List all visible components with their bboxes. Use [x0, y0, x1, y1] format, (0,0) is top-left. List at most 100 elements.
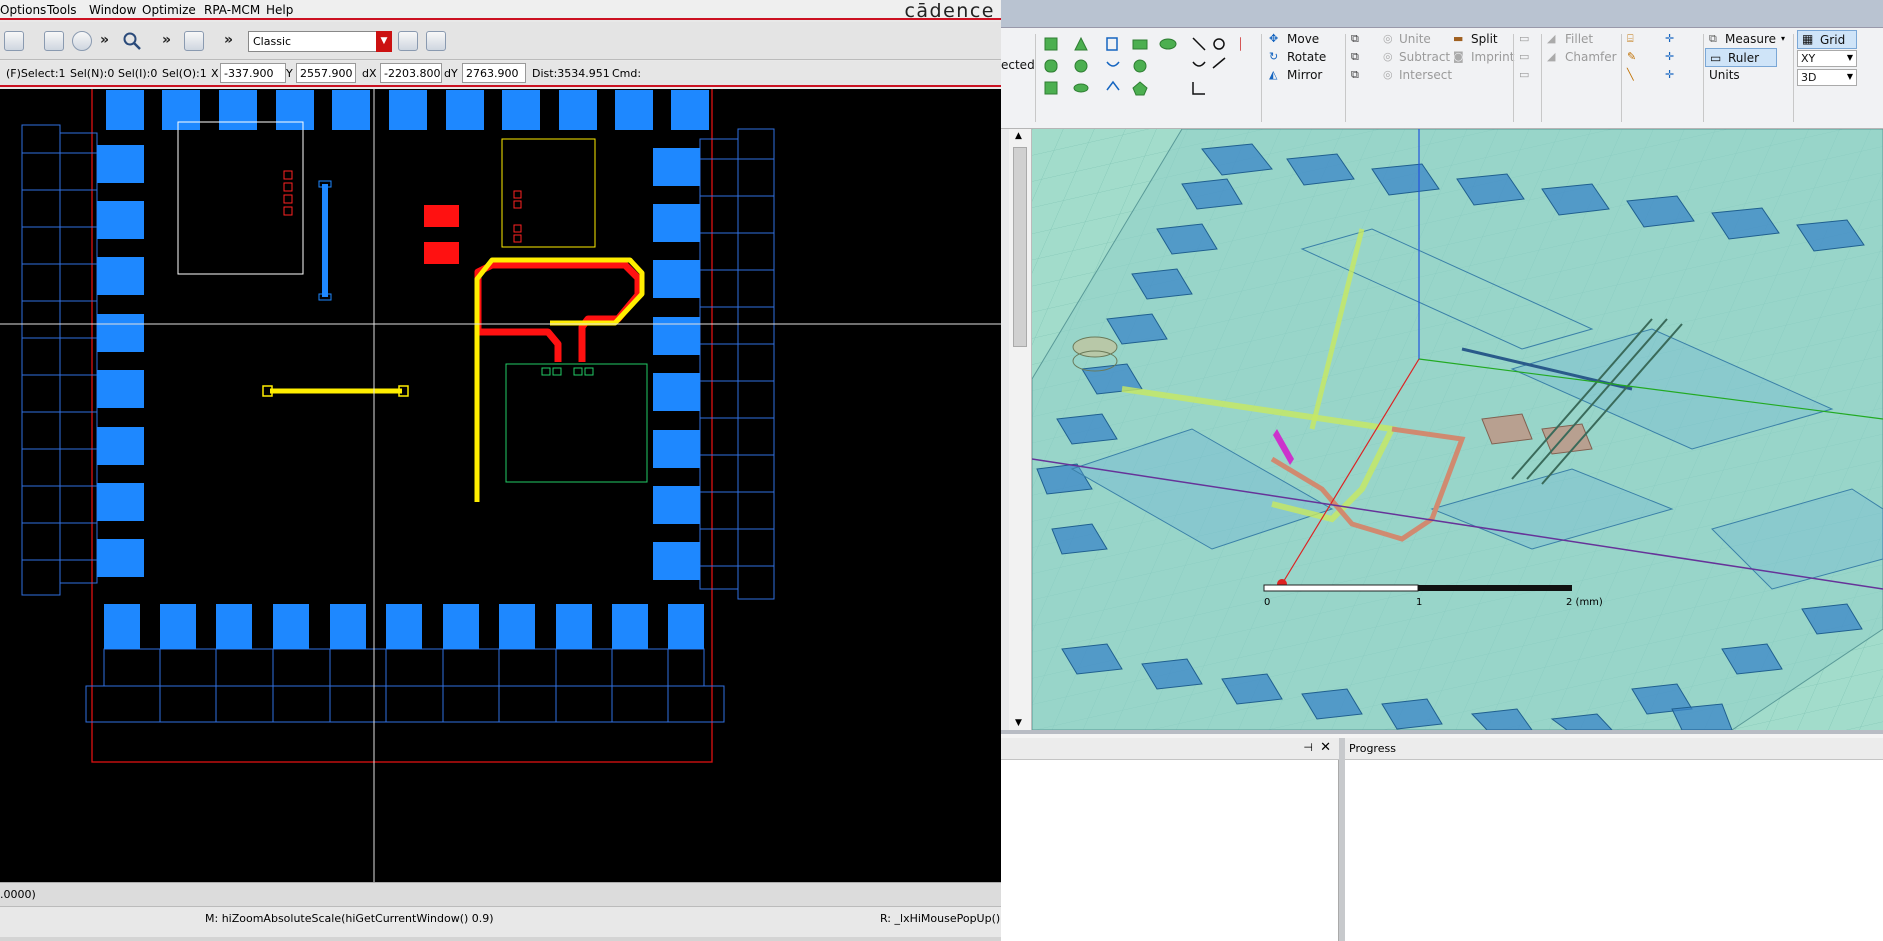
scroll-up-icon[interactable]: ▲ — [1015, 131, 1022, 141]
imprint-button[interactable]: Imprint — [1471, 50, 1514, 64]
mouse-left-binding: M: hiZoomAbsoluteScale(hiGetCurrentWindo… — [205, 912, 494, 925]
duplicate-mirror-icon[interactable]: ⧉ — [1351, 68, 1367, 84]
split-button[interactable]: Split — [1471, 32, 1498, 46]
rotate-button[interactable]: Rotate — [1287, 50, 1326, 64]
object-cs-icon[interactable]: ╲ — [1627, 68, 1643, 84]
scroll-down-icon[interactable]: ▼ — [1015, 718, 1022, 728]
grid-plane-select[interactable]: XY ▼ — [1797, 50, 1857, 67]
prism-icon[interactable] — [1044, 81, 1058, 95]
origin-icon[interactable]: ✛ — [1665, 68, 1681, 84]
menu-window[interactable]: Window — [89, 3, 136, 17]
toolbar-more-3[interactable]: » — [224, 32, 233, 48]
arc-icon[interactable] — [1192, 82, 1205, 95]
undo-icon[interactable] — [72, 31, 92, 51]
spiral-icon[interactable] — [1106, 61, 1120, 67]
align-icon[interactable] — [44, 31, 64, 51]
distance-readout: Dist:3534.951 — [532, 67, 610, 80]
left-pin-outline — [21, 124, 98, 596]
ruler-toggle[interactable]: ▭ Ruler — [1705, 48, 1777, 67]
units-button[interactable]: Units — [1709, 68, 1740, 82]
snap-icon[interactable]: ✛ — [1665, 50, 1681, 66]
rectangle-icon[interactable] — [1132, 39, 1148, 50]
face-cs-icon[interactable]: ✎ — [1627, 50, 1643, 66]
cone-icon[interactable] — [1074, 36, 1088, 51]
imprint-icon[interactable]: ◙ — [1453, 50, 1469, 66]
window-icon[interactable] — [398, 31, 418, 51]
measure-button[interactable]: Measure — [1725, 32, 1776, 46]
polygon-icon[interactable] — [1132, 81, 1148, 96]
measure-icon[interactable]: ⧉ — [1709, 32, 1725, 48]
layer-palette-icon[interactable] — [4, 31, 24, 51]
dx-field[interactable]: -2203.800 — [380, 63, 442, 83]
thicken-icon[interactable]: ▭ — [1519, 50, 1535, 66]
duplicate-around-icon[interactable]: ⧉ — [1351, 50, 1367, 66]
toolbar-style-select[interactable]: Classic — [248, 31, 392, 52]
axes-icon[interactable]: ✛ — [1665, 32, 1681, 48]
cmd-label: Cmd: — [612, 67, 642, 80]
duplicate-icon[interactable]: ⧉ — [1351, 32, 1367, 48]
menu-help[interactable]: Help — [266, 3, 293, 17]
sphere-icon[interactable] — [1074, 59, 1088, 73]
subtract-button[interactable]: Subtract — [1399, 50, 1450, 64]
intersect-icon[interactable]: ◎ — [1383, 68, 1399, 84]
scroll-thumb[interactable] — [1013, 147, 1027, 347]
torus-icon[interactable] — [1073, 83, 1089, 93]
spline-icon[interactable] — [1192, 61, 1206, 67]
unite-icon[interactable]: ◎ — [1383, 32, 1399, 48]
segment-icon[interactable] — [1212, 57, 1226, 69]
pin-icon[interactable]: ⊣ — [1303, 741, 1313, 754]
mirror-icon[interactable]: ◭ — [1269, 68, 1285, 84]
move-button[interactable]: Move — [1287, 32, 1319, 46]
yellow-loop-trace — [474, 257, 645, 502]
y-field[interactable]: 2557.900 — [296, 63, 356, 83]
chamfer-button[interactable]: Chamfer — [1565, 50, 1617, 64]
fillet-icon[interactable]: ◢ — [1547, 32, 1563, 48]
search-icon[interactable] — [122, 31, 142, 51]
route-icon[interactable] — [184, 31, 204, 51]
3d-model-view[interactable]: 0 1 2 (mm) — [1032, 129, 1883, 730]
chevron-down-icon[interactable]: ▼ — [376, 31, 392, 52]
rotate-icon[interactable]: ↻ — [1269, 50, 1285, 66]
x-field[interactable]: -337.900 — [220, 63, 286, 83]
subtract-icon[interactable]: ◎ — [1383, 50, 1399, 66]
menu-rpa-mcm[interactable]: RPA-MCM — [204, 3, 260, 17]
hfss-title-strip — [1001, 0, 1883, 28]
blue-strip — [322, 184, 328, 297]
close-window-icon[interactable] — [426, 31, 446, 51]
circle-icon[interactable] — [1133, 59, 1147, 73]
unite-button[interactable]: Unite — [1399, 32, 1431, 46]
helix-icon[interactable] — [1106, 37, 1118, 51]
divider — [1703, 34, 1704, 122]
equation-curve-icon[interactable] — [1213, 38, 1225, 50]
menu-options[interactable]: Options — [0, 3, 46, 17]
toolbar-more-2[interactable]: » — [162, 32, 171, 48]
progress-pane-header: Progress — [1345, 738, 1883, 760]
close-icon[interactable]: ✕ — [1320, 740, 1331, 755]
split-icon[interactable]: ▬ — [1453, 32, 1469, 48]
line-icon[interactable] — [1192, 37, 1206, 51]
view-scrollbar[interactable]: ▲ ▼ — [1009, 129, 1032, 730]
move-icon[interactable]: ✥ — [1269, 32, 1285, 48]
chamfer-icon[interactable]: ◢ — [1547, 50, 1563, 66]
bottom-panels: ⊣ ✕ Progress — [1001, 730, 1883, 941]
box-icon[interactable] — [1044, 37, 1058, 51]
intersect-button[interactable]: Intersect — [1399, 68, 1452, 82]
toolbar-more-1[interactable]: » — [100, 32, 109, 48]
chevron-down-icon[interactable]: ▾ — [1781, 34, 1785, 43]
layout-canvas[interactable] — [0, 89, 1001, 882]
grid-mode-select[interactable]: 3D ▼ — [1797, 69, 1857, 86]
divider — [1035, 34, 1036, 122]
mirror-button[interactable]: Mirror — [1287, 68, 1322, 82]
grid-toggle[interactable]: ▦ Grid — [1797, 30, 1857, 49]
coordinate-system-icon[interactable]: ⌸ — [1627, 32, 1643, 48]
menu-tools[interactable]: Tools — [47, 3, 77, 17]
red-loop-trace — [474, 261, 642, 362]
menu-optimize[interactable]: Optimize — [142, 3, 196, 17]
bondwire-icon[interactable] — [1106, 80, 1120, 91]
ellipse-icon[interactable] — [1159, 38, 1177, 50]
fillet-button[interactable]: Fillet — [1565, 32, 1593, 46]
wrap-icon[interactable]: ▭ — [1519, 68, 1535, 84]
sweep-icon[interactable]: ▭ — [1519, 32, 1535, 48]
cylinder-icon[interactable] — [1044, 59, 1058, 73]
dy-field[interactable]: 2763.900 — [462, 63, 526, 83]
